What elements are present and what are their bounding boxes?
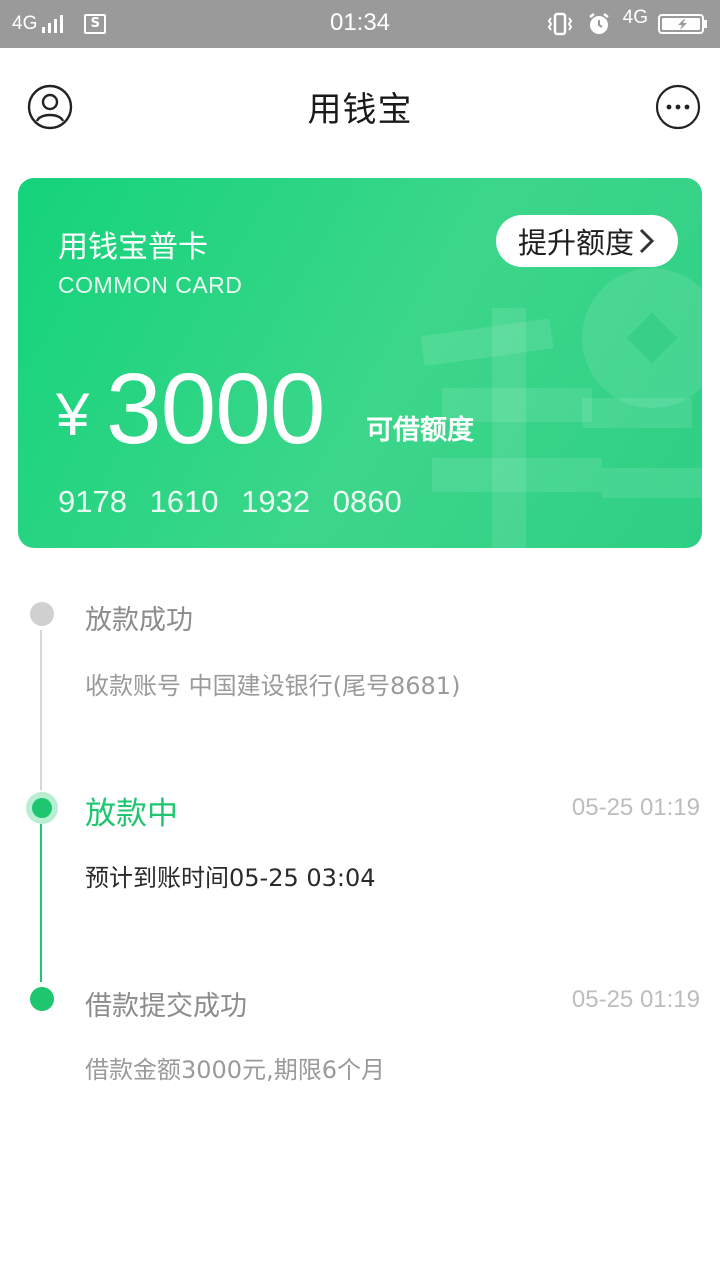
timeline-step-desc: 预计到账时间05-25 03:04 — [85, 864, 376, 892]
chevron-right-icon — [639, 228, 655, 254]
timeline-step-title: 放款中 — [85, 796, 178, 832]
status-bar: 4G S 01:34 4G — [0, 0, 720, 48]
timeline-connector-gray — [40, 630, 42, 790]
page-title: 用钱宝 — [307, 90, 413, 130]
credit-amount-label: 可借额度 — [366, 415, 474, 446]
timeline-step-desc: 收款账号 中国建设银行(尾号8681) — [85, 672, 461, 700]
loan-timeline: 放款成功 收款账号 中国建设银行(尾号8681) 放款中 05-25 01:19… — [0, 560, 720, 1120]
vibrate-icon — [547, 12, 572, 36]
status-right: 4G — [547, 6, 708, 42]
timeline-dot-pending — [30, 602, 54, 626]
timeline-step-title: 借款提交成功 — [85, 991, 247, 1022]
credit-amount: 3000 — [106, 353, 325, 465]
timeline-dot-active — [26, 792, 58, 824]
raise-limit-label: 提升额度 — [517, 226, 634, 260]
timeline-dot-done — [30, 987, 54, 1011]
timeline-step-time: 05-25 01:19 — [571, 794, 700, 821]
card-subtitle: COMMON CARD — [58, 272, 243, 298]
currency-symbol: ¥ — [56, 381, 90, 448]
timeline-step-title: 放款成功 — [85, 605, 193, 636]
timeline-connector-green — [40, 824, 42, 982]
card-number: 9178 1610 1932 0860 — [58, 484, 402, 519]
app-header: 用钱宝 — [0, 48, 720, 162]
timeline-step-time: 05-25 01:19 — [571, 986, 700, 1013]
card-name: 用钱宝普卡 — [58, 230, 208, 265]
more-icon[interactable] — [655, 84, 701, 130]
alarm-icon — [588, 13, 609, 34]
network-type-label-right: 4G — [622, 7, 648, 28]
timeline-step-desc: 借款金额3000元,期限6个月 — [85, 1056, 385, 1084]
credit-card: 用钱宝普卡 COMMON CARD 提升额度 ¥ 3000 可借额度 9178 … — [18, 178, 702, 548]
raise-limit-button[interactable]: 提升额度 — [496, 215, 678, 267]
battery-icon — [658, 14, 707, 34]
